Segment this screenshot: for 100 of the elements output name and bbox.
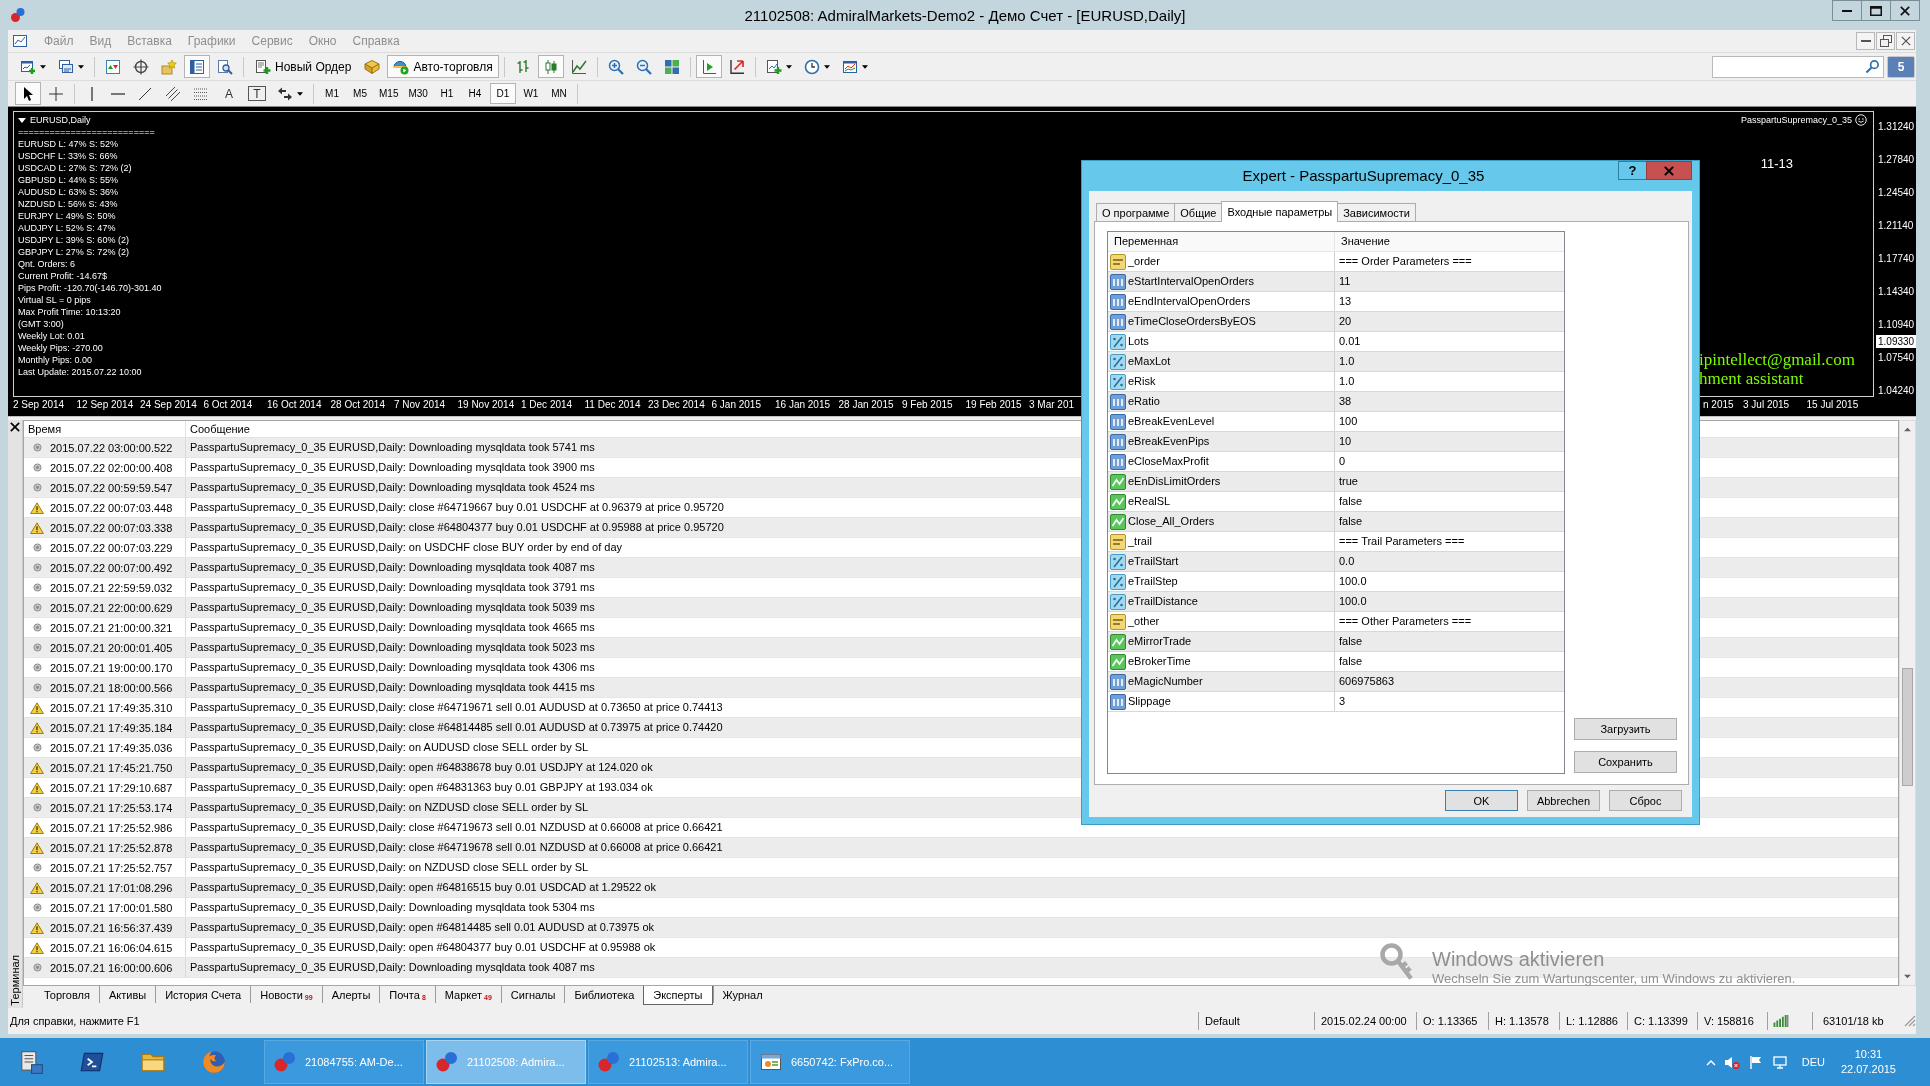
restore-button[interactable] (1876, 32, 1895, 50)
dialog-button[interactable]: OK (1445, 790, 1518, 811)
community-button[interactable]: 5 (1887, 55, 1915, 78)
dot-icon (32, 463, 42, 472)
table-cell[interactable]: 20 (1335, 312, 1352, 331)
table-cell[interactable]: false (1335, 652, 1363, 671)
clock-time[interactable]: 10:31 (1854, 1047, 1883, 1062)
contact-text: hment assistant (1699, 369, 1804, 388)
tab[interactable]: Торговля (35, 986, 99, 1003)
info-line: Weekly Lot: 0.01 (18, 330, 85, 342)
minimize-button[interactable] (1832, 0, 1862, 21)
table-cell[interactable]: 100 (1335, 412, 1358, 431)
search-field[interactable] (1712, 55, 1884, 78)
bars-tile-icon (1110, 313, 1126, 330)
tab[interactable]: Зависимости (1337, 203, 1416, 221)
period-button[interactable]: H4 (461, 83, 488, 104)
info-line: Current Profit: -14.67$ (18, 270, 108, 282)
info-line: Monthly Pips: 0.00 (18, 354, 93, 366)
toolbar-button[interactable] (184, 55, 210, 78)
tab[interactable]: Сигналы (500, 986, 565, 1003)
table-cell[interactable]: 1.0 (1335, 372, 1355, 391)
table-cell[interactable]: 13 (1335, 292, 1352, 311)
chart-shift-icon (700, 58, 717, 75)
language-indicator[interactable]: DEU (1801, 1056, 1825, 1068)
scrollbar[interactable] (1899, 420, 1916, 986)
table-cell[interactable]: === Order Parameters === (1335, 252, 1472, 271)
zoom-in-icon (607, 58, 624, 75)
table-cell[interactable]: 0 (1335, 452, 1346, 471)
toolbar-button[interactable] (695, 55, 722, 78)
label-tool-button[interactable]: T (244, 82, 270, 105)
tab[interactable]: Журнал (712, 986, 772, 1003)
table-cell-text: PasspartuSupremacy_0_35 EURUSD,Daily: on AUDUSD close SELL order by SL (189, 740, 589, 755)
dialog-button[interactable]: Abbrechen (1527, 790, 1600, 811)
period-button[interactable]: M5 (347, 83, 373, 104)
table-cell[interactable]: 606975863 (1335, 672, 1395, 691)
table-cell[interactable]: === Trail Parameters === (1335, 532, 1465, 551)
table-cell[interactable]: false (1335, 632, 1363, 651)
smiley-icon (1855, 114, 1867, 126)
side-button[interactable]: Сохранить (1574, 751, 1677, 773)
table-cell[interactable]: false (1335, 492, 1363, 511)
help-button[interactable]: ? (1618, 161, 1647, 180)
period-button[interactable]: W1 (517, 83, 544, 104)
table-cell[interactable]: 11 (1335, 272, 1351, 291)
toolbar-button[interactable]: Новый Ордер (249, 55, 358, 78)
table-cell[interactable]: false (1335, 512, 1363, 531)
scrollbar-thumb[interactable] (1902, 668, 1913, 786)
tab[interactable]: Активы (98, 986, 156, 1003)
table-cell[interactable]: 100.0 (1335, 592, 1367, 611)
dialog-button[interactable]: Сброс (1609, 790, 1682, 811)
column-header[interactable]: Переменная (1108, 232, 1335, 251)
minimize-icon (1842, 9, 1852, 12)
column-header[interactable]: Сообщение (186, 421, 250, 437)
table-cell-text: PasspartuSupremacy_0_35 EURUSD,Daily: Downloading mysqldata took 4524 ms (189, 480, 595, 495)
tab[interactable]: Алерты (321, 986, 380, 1003)
close-button[interactable] (1890, 0, 1920, 21)
vertical-line-icon (91, 86, 93, 101)
price-label: 1.04240 (1878, 385, 1916, 397)
caret-icon (78, 64, 84, 69)
close-button[interactable] (8, 420, 22, 433)
table-cell[interactable]: 38 (1335, 392, 1352, 411)
tab[interactable]: История Счета (155, 986, 251, 1003)
maximize-button[interactable] (1861, 0, 1891, 21)
side-button[interactable]: Загрузить (1574, 718, 1677, 740)
period-button[interactable]: D1 (489, 83, 516, 104)
table-cell[interactable]: 3 (1335, 692, 1346, 711)
table-cell[interactable]: === Other Parameters === (1335, 612, 1472, 631)
table-cell: 2015.07.21 16:00:00.606 (50, 961, 173, 974)
table-cell: 2015.07.21 17:25:53.174 (50, 801, 173, 814)
toolbar-button[interactable] (15, 82, 41, 105)
tab[interactable]: О программе (1096, 203, 1176, 221)
period-button[interactable]: H1 (433, 83, 460, 104)
toolbar-button[interactable]: Авто-торговля (387, 55, 499, 78)
table-cell[interactable]: 1.0 (1335, 352, 1355, 371)
table-cell[interactable]: 100.0 (1335, 572, 1367, 591)
period-button[interactable]: M1 (319, 83, 345, 104)
close-button[interactable] (1896, 32, 1915, 50)
date-label: 7 Nov 2014 (394, 398, 447, 412)
clock-date[interactable]: 22.07.2015 (1840, 1062, 1896, 1077)
table-cell[interactable]: 0.01 (1335, 332, 1361, 351)
table-cell[interactable]: true (1335, 472, 1358, 491)
tab[interactable]: Входные параметры (1221, 201, 1339, 222)
period-button[interactable]: MN (545, 83, 572, 104)
column-header[interactable]: Время (24, 421, 186, 437)
circles-icon (435, 1050, 459, 1074)
text-tool-button[interactable]: A (216, 82, 242, 105)
bars-tile-icon (1110, 433, 1126, 450)
period-button[interactable]: M15 (375, 83, 403, 104)
chevron-up-icon (1705, 1058, 1716, 1066)
table-cell[interactable]: 10 (1335, 432, 1352, 451)
tab[interactable]: Общие (1174, 203, 1223, 221)
table-cell[interactable]: 0.0 (1335, 552, 1355, 571)
period-button[interactable]: M30 (404, 83, 432, 104)
parallel-lines-icon (165, 85, 181, 102)
dot-icon (32, 803, 42, 812)
activation-title: Windows aktivieren (1432, 947, 1606, 971)
column-header[interactable]: Значение (1335, 232, 1390, 251)
minimize-icon (1860, 40, 1871, 42)
flag-icon (1747, 1054, 1764, 1070)
tab[interactable]: Эксперты (643, 986, 713, 1005)
minimize-button[interactable] (1856, 32, 1875, 50)
